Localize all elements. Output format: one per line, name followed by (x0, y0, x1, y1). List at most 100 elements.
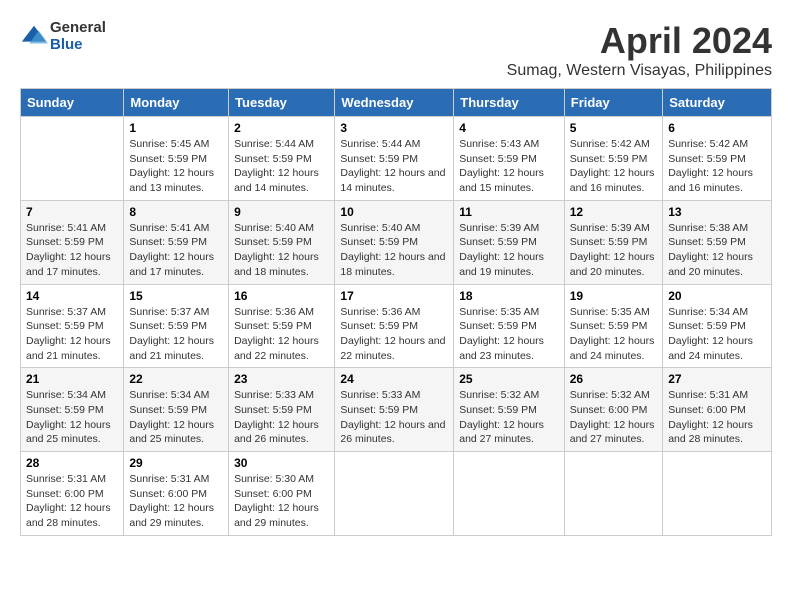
day-number: 27 (668, 372, 766, 386)
day-info: Sunrise: 5:30 AMSunset: 6:00 PMDaylight:… (234, 473, 319, 529)
calendar-table: Sunday Monday Tuesday Wednesday Thursday… (20, 88, 772, 536)
day-info: Sunrise: 5:44 AMSunset: 5:59 PMDaylight:… (234, 138, 319, 194)
day-info: Sunrise: 5:33 AMSunset: 5:59 PMDaylight:… (340, 389, 445, 445)
day-number: 23 (234, 372, 329, 386)
col-wednesday: Wednesday (335, 89, 454, 117)
table-cell: 11 Sunrise: 5:39 AMSunset: 5:59 PMDayligh… (454, 200, 565, 284)
table-cell: 8 Sunrise: 5:41 AMSunset: 5:59 PMDaylight… (124, 200, 229, 284)
day-info: Sunrise: 5:31 AMSunset: 6:00 PMDaylight:… (668, 389, 753, 445)
day-number: 14 (26, 289, 118, 303)
week-row-3: 14 Sunrise: 5:37 AMSunset: 5:59 PMDayligh… (21, 284, 772, 368)
table-cell: 13 Sunrise: 5:38 AMSunset: 5:59 PMDayligh… (663, 200, 772, 284)
day-info: Sunrise: 5:41 AMSunset: 5:59 PMDaylight:… (129, 222, 214, 278)
table-cell: 16 Sunrise: 5:36 AMSunset: 5:59 PMDayligh… (229, 284, 335, 368)
day-number: 17 (340, 289, 448, 303)
table-cell (335, 452, 454, 536)
day-number: 18 (459, 289, 559, 303)
col-friday: Friday (564, 89, 662, 117)
day-number: 2 (234, 121, 329, 135)
day-info: Sunrise: 5:34 AMSunset: 5:59 PMDaylight:… (668, 306, 753, 362)
table-cell (663, 452, 772, 536)
day-info: Sunrise: 5:36 AMSunset: 5:59 PMDaylight:… (234, 306, 319, 362)
table-cell: 7Sunrise: 5:41 AMSunset: 5:59 PMDaylight… (21, 200, 124, 284)
day-info: Sunrise: 5:33 AMSunset: 5:59 PMDaylight:… (234, 389, 319, 445)
main-title: April 2024 (507, 20, 772, 62)
day-info: Sunrise: 5:45 AMSunset: 5:59 PMDaylight:… (129, 138, 214, 194)
day-info: Sunrise: 5:37 AMSunset: 5:59 PMDaylight:… (26, 306, 111, 362)
day-info: Sunrise: 5:44 AMSunset: 5:59 PMDaylight:… (340, 138, 445, 194)
week-row-2: 7 Sunrise: 5:41 AMSunset: 5:59 PMDaylight… (21, 200, 772, 284)
day-number: 28 (26, 456, 118, 470)
logo-blue: Blue (50, 37, 106, 54)
day-number: 29 (129, 456, 223, 470)
day-info: Sunrise: 5:38 AMSunset: 5:59 PMDaylight:… (668, 222, 753, 278)
day-number: 3 (340, 121, 448, 135)
day-number: 12 (570, 205, 657, 219)
day-number: 5 (570, 121, 657, 135)
day-info: Sunrise: 5:31 AMSunset: 6:00 PMDaylight:… (26, 473, 111, 529)
table-cell (21, 117, 124, 201)
day-number: 19 (570, 289, 657, 303)
table-cell: 1 Sunrise: 5:45 AMSunset: 5:59 PMDaylight… (124, 117, 229, 201)
day-info: Sunrise: 5:40 AMSunset: 5:59 PMDaylight:… (234, 222, 319, 278)
day-info: Sunrise: 5:39 AMSunset: 5:59 PMDaylight:… (570, 222, 655, 278)
table-cell: 21Sunrise: 5:34 AMSunset: 5:59 PMDayligh… (21, 368, 124, 452)
table-cell (564, 452, 662, 536)
day-info: Sunrise: 5:34 AMSunset: 5:59 PMDaylight:… (129, 389, 214, 445)
day-number: 15 (129, 289, 223, 303)
day-number: 7 (26, 205, 118, 219)
day-number: 1 (129, 121, 223, 135)
col-sunday: Sunday (21, 89, 124, 117)
day-number: 8 (129, 205, 223, 219)
logo-icon (20, 23, 48, 51)
day-number: 20 (668, 289, 766, 303)
table-cell: 25Sunrise: 5:32 AMSunset: 5:59 PMDayligh… (454, 368, 565, 452)
table-cell: 15Sunrise: 5:37 AMSunset: 5:59 PMDayligh… (124, 284, 229, 368)
table-cell: 24 Sunrise: 5:33 AMSunset: 5:59 PMDayligh… (335, 368, 454, 452)
day-info: Sunrise: 5:39 AMSunset: 5:59 PMDaylight:… (459, 222, 544, 278)
day-number: 6 (668, 121, 766, 135)
table-cell: 14 Sunrise: 5:37 AMSunset: 5:59 PMDayligh… (21, 284, 124, 368)
table-cell: 30 Sunrise: 5:30 AMSunset: 6:00 PMDayligh… (229, 452, 335, 536)
table-cell: 9 Sunrise: 5:40 AMSunset: 5:59 PMDaylight… (229, 200, 335, 284)
title-area: April 2024 Sumag, Western Visayas, Phili… (507, 20, 772, 80)
day-number: 13 (668, 205, 766, 219)
day-info: Sunrise: 5:31 AMSunset: 6:00 PMDaylight:… (129, 473, 214, 529)
table-cell: 28 Sunrise: 5:31 AMSunset: 6:00 PMDayligh… (21, 452, 124, 536)
day-number: 16 (234, 289, 329, 303)
col-tuesday: Tuesday (229, 89, 335, 117)
day-info: Sunrise: 5:40 AMSunset: 5:59 PMDaylight:… (340, 222, 445, 278)
col-thursday: Thursday (454, 89, 565, 117)
day-number: 9 (234, 205, 329, 219)
header: General Blue April 2024 Sumag, Western V… (20, 20, 772, 80)
table-cell: 20 Sunrise: 5:34 AMSunset: 5:59 PMDayligh… (663, 284, 772, 368)
table-cell: 26Sunrise: 5:32 AMSunset: 6:00 PMDayligh… (564, 368, 662, 452)
table-cell: 17 Sunrise: 5:36 AMSunset: 5:59 PMDayligh… (335, 284, 454, 368)
day-number: 21 (26, 372, 118, 386)
col-saturday: Saturday (663, 89, 772, 117)
day-number: 30 (234, 456, 329, 470)
table-cell: 6Sunrise: 5:42 AMSunset: 5:59 PMDaylight… (663, 117, 772, 201)
day-number: 22 (129, 372, 223, 386)
table-cell: 4 Sunrise: 5:43 AMSunset: 5:59 PMDaylight… (454, 117, 565, 201)
subtitle: Sumag, Western Visayas, Philippines (507, 62, 772, 80)
week-row-4: 21 Sunrise: 5:34 AMSunset: 5:59 PMDayligh… (21, 368, 772, 452)
day-number: 4 (459, 121, 559, 135)
table-cell: 12 Sunrise: 5:39 AMSunset: 5:59 PMDayligh… (564, 200, 662, 284)
table-cell: 19Sunrise: 5:35 AMSunset: 5:59 PMDayligh… (564, 284, 662, 368)
day-number: 25 (459, 372, 559, 386)
table-cell: 3 Sunrise: 5:44 AMSunset: 5:59 PMDaylight… (335, 117, 454, 201)
day-number: 24 (340, 372, 448, 386)
day-info: Sunrise: 5:36 AMSunset: 5:59 PMDaylight:… (340, 306, 445, 362)
calendar-header-row: Sunday Monday Tuesday Wednesday Thursday… (21, 89, 772, 117)
table-cell: 22 Sunrise: 5:34 AMSunset: 5:59 PMDayligh… (124, 368, 229, 452)
day-info: Sunrise: 5:43 AMSunset: 5:59 PMDaylight:… (459, 138, 544, 194)
table-cell: 10 Sunrise: 5:40 AMSunset: 5:59 PMDayligh… (335, 200, 454, 284)
logo-general: General (50, 20, 106, 37)
table-cell: 18Sunrise: 5:35 AMSunset: 5:59 PMDayligh… (454, 284, 565, 368)
day-number: 11 (459, 205, 559, 219)
table-cell: 23 Sunrise: 5:33 AMSunset: 5:59 PMDayligh… (229, 368, 335, 452)
day-number: 10 (340, 205, 448, 219)
col-monday: Monday (124, 89, 229, 117)
table-cell: 29 Sunrise: 5:31 AMSunset: 6:00 PMDayligh… (124, 452, 229, 536)
